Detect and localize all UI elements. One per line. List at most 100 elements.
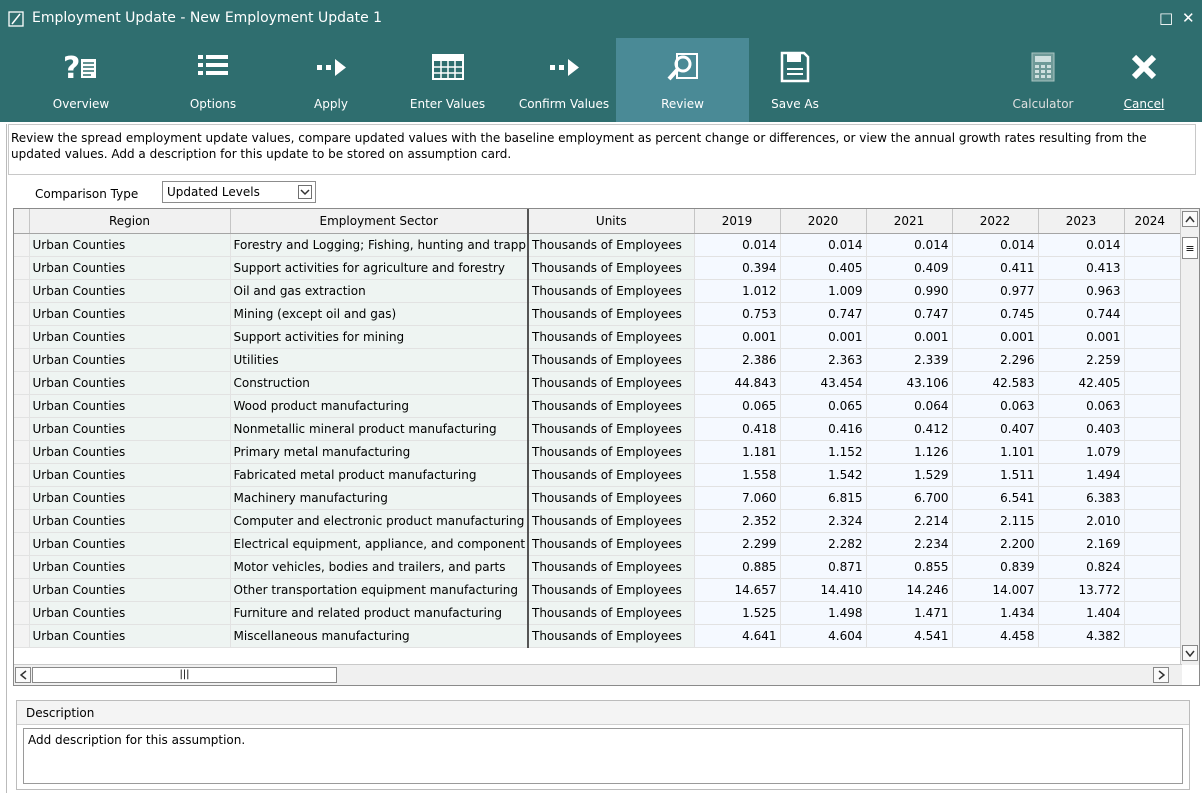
value-cell[interactable]: 0.745	[952, 302, 1039, 326]
row-selector[interactable]	[14, 371, 30, 395]
scroll-right-arrow-icon[interactable]	[1153, 667, 1169, 683]
value-cell[interactable]: 1.542	[780, 463, 867, 487]
value-cell[interactable]: 44.843	[694, 371, 781, 395]
value-cell[interactable]: 0.418	[694, 417, 781, 441]
table-row[interactable]: Urban Counties Oil and gas extraction Thou…	[14, 279, 1199, 303]
value-cell[interactable]: 0.747	[780, 302, 867, 326]
value-cell[interactable]: 0.885	[694, 555, 781, 579]
value-cell[interactable]: 1.525	[694, 601, 781, 625]
row-selector[interactable]	[14, 578, 30, 602]
value-cell[interactable]: 4.541	[866, 624, 953, 648]
row-selector[interactable]	[14, 233, 30, 257]
value-cell[interactable]: 0.416	[780, 417, 867, 441]
units-cell[interactable]: Thousands of Employees	[527, 509, 695, 533]
comparison-type-select[interactable]: Updated Levels	[162, 181, 316, 203]
region-cell[interactable]: Urban Counties	[29, 325, 231, 349]
value-cell[interactable]: 42.583	[952, 371, 1039, 395]
cancel-button[interactable]: Cancel	[1111, 38, 1177, 122]
value-cell[interactable]: 0.001	[866, 325, 953, 349]
value-cell[interactable]: 0.063	[1038, 394, 1125, 418]
region-cell[interactable]: Urban Counties	[29, 256, 231, 280]
row-selector[interactable]	[14, 440, 30, 464]
value-cell[interactable]: 0.014	[694, 233, 781, 257]
value-cell[interactable]: 1.012	[694, 279, 781, 303]
sector-cell[interactable]: Machinery manufacturing	[230, 486, 529, 510]
value-cell[interactable]: 0.064	[866, 394, 953, 418]
value-cell[interactable]: 6.383	[1038, 486, 1125, 510]
sector-cell[interactable]: Motor vehicles, bodies and trailers, and…	[230, 555, 529, 579]
value-cell[interactable]: 0.014	[952, 233, 1039, 257]
value-cell[interactable]: 2.324	[780, 509, 867, 533]
value-cell[interactable]: 1.404	[1038, 601, 1125, 625]
value-cell[interactable]: 2.282	[780, 532, 867, 556]
value-cell[interactable]: 1.511	[952, 463, 1039, 487]
sector-cell[interactable]: Forestry and Logging; Fishing, hunting a…	[230, 233, 529, 257]
row-selector[interactable]	[14, 624, 30, 648]
table-row[interactable]: Urban Counties Mining (except oil and gas…	[14, 302, 1199, 326]
region-cell[interactable]: Urban Counties	[29, 578, 231, 602]
value-cell[interactable]: 0.063	[952, 394, 1039, 418]
sector-cell[interactable]: Other transportation equipment manufactu…	[230, 578, 529, 602]
sector-cell[interactable]: Electrical equipment, appliance, and com…	[230, 532, 529, 556]
value-cell[interactable]: 0.014	[780, 233, 867, 257]
save-as-button[interactable]: Save As	[760, 38, 830, 122]
value-cell[interactable]: 1.471	[866, 601, 953, 625]
value-cell[interactable]: 0.014	[1038, 233, 1125, 257]
units-cell[interactable]: Thousands of Employees	[527, 371, 695, 395]
column-header[interactable]: 2023	[1038, 209, 1125, 234]
confirm-values-button[interactable]: Confirm Values	[514, 38, 614, 122]
sector-cell[interactable]: Primary metal manufacturing	[230, 440, 529, 464]
value-cell[interactable]: 0.412	[866, 417, 953, 441]
table-row[interactable]: Urban Counties Forestry and Logging; Fish…	[14, 233, 1199, 257]
value-cell[interactable]: 1.529	[866, 463, 953, 487]
review-button[interactable]: Review	[616, 38, 749, 122]
units-cell[interactable]: Thousands of Employees	[527, 555, 695, 579]
value-cell[interactable]: 0.065	[694, 394, 781, 418]
value-cell[interactable]: 6.700	[866, 486, 953, 510]
table-row[interactable]: Urban Counties Utilities Thousands of Empl…	[14, 348, 1199, 372]
region-cell[interactable]: Urban Counties	[29, 509, 231, 533]
units-cell[interactable]: Thousands of Employees	[527, 440, 695, 464]
region-cell[interactable]: Urban Counties	[29, 532, 231, 556]
value-cell[interactable]: 1.434	[952, 601, 1039, 625]
row-selector[interactable]	[14, 325, 30, 349]
apply-button[interactable]: Apply	[296, 38, 366, 122]
table-row[interactable]: Urban Counties Construction Thousands of E…	[14, 371, 1199, 395]
table-row[interactable]: Urban Counties Wood product manufacturing…	[14, 394, 1199, 418]
value-cell[interactable]: 1.126	[866, 440, 953, 464]
sector-cell[interactable]: Miscellaneous manufacturing	[230, 624, 529, 648]
region-cell[interactable]: Urban Counties	[29, 624, 231, 648]
value-cell[interactable]: 7.060	[694, 486, 781, 510]
value-cell[interactable]: 0.405	[780, 256, 867, 280]
region-cell[interactable]: Urban Counties	[29, 601, 231, 625]
value-cell[interactable]: 0.409	[866, 256, 953, 280]
calculator-button[interactable]: Calculator	[1004, 38, 1082, 122]
table-row[interactable]: Urban Counties Primary metal manufacturin…	[14, 440, 1199, 464]
scroll-left-arrow-icon[interactable]	[15, 667, 31, 683]
value-cell[interactable]: 1.558	[694, 463, 781, 487]
value-cell[interactable]: 2.363	[780, 348, 867, 372]
value-cell[interactable]: 6.815	[780, 486, 867, 510]
region-cell[interactable]: Urban Counties	[29, 348, 231, 372]
sector-cell[interactable]: Fabricated metal product manufacturing	[230, 463, 529, 487]
row-selector[interactable]	[14, 348, 30, 372]
value-cell[interactable]: 0.824	[1038, 555, 1125, 579]
value-cell[interactable]: 0.871	[780, 555, 867, 579]
value-cell[interactable]: 2.169	[1038, 532, 1125, 556]
sector-cell[interactable]: Wood product manufacturing	[230, 394, 529, 418]
row-selector[interactable]	[14, 463, 30, 487]
options-button[interactable]: Options	[175, 38, 251, 122]
value-cell[interactable]: 13.772	[1038, 578, 1125, 602]
value-cell[interactable]: 2.259	[1038, 348, 1125, 372]
value-cell[interactable]: 0.001	[694, 325, 781, 349]
value-cell[interactable]: 0.744	[1038, 302, 1125, 326]
value-cell[interactable]: 1.079	[1038, 440, 1125, 464]
column-header[interactable]: 2019	[694, 209, 781, 234]
sector-cell[interactable]: Furniture and related product manufactur…	[230, 601, 529, 625]
value-cell[interactable]: 4.641	[694, 624, 781, 648]
value-cell[interactable]: 1.181	[694, 440, 781, 464]
units-cell[interactable]: Thousands of Employees	[527, 532, 695, 556]
horizontal-scrollbar[interactable]: |||	[14, 664, 1182, 685]
value-cell[interactable]: 1.152	[780, 440, 867, 464]
value-cell[interactable]: 14.007	[952, 578, 1039, 602]
